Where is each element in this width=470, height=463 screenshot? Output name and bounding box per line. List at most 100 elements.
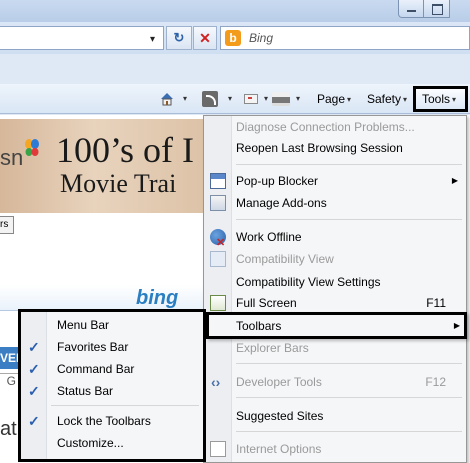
- submenu-arrow-icon: ▶: [453, 321, 460, 330]
- menu-item-developer-tools[interactable]: Developer Tools F12: [204, 371, 466, 393]
- menu-item-label: Explorer Bars: [236, 341, 309, 355]
- work-offline-icon: [210, 229, 226, 254]
- title-bar: [0, 0, 470, 22]
- compatibility-view-icon: [210, 251, 226, 267]
- shortcut-label: F12: [425, 375, 446, 389]
- search-input[interactable]: b Bing: [220, 26, 470, 50]
- print-dropdown-icon[interactable]: ▾: [296, 88, 300, 110]
- home-dropdown-icon[interactable]: ▾: [183, 88, 187, 110]
- bing-logo-icon: b: [225, 30, 241, 46]
- ad-headline: 100’s of I: [56, 130, 194, 170]
- msn-butterfly-icon: [25, 139, 39, 156]
- msn-logo-text: sn: [0, 145, 24, 170]
- menu-item-label: Work Offline: [236, 230, 302, 244]
- menu-item-label: Developer Tools: [236, 375, 322, 389]
- submenu-item-lock-toolbars[interactable]: ✓ Lock the Toolbars: [21, 410, 203, 432]
- menu-item-label: Status Bar: [57, 384, 114, 398]
- menu-item-compatibility-view[interactable]: Compatibility View: [204, 248, 466, 270]
- ad-banner[interactable]: sn 100’s of I Movie Trai: [0, 119, 210, 213]
- tab-row: [0, 54, 470, 84]
- text-fragment: G: [0, 373, 20, 391]
- safety-menu-label: Safety: [367, 92, 402, 106]
- menu-item-diagnose-connection[interactable]: Diagnose Connection Problems...: [204, 116, 466, 138]
- menu-item-label: Diagnose Connection Problems...: [236, 120, 415, 134]
- menu-item-internet-options[interactable]: Internet Options: [204, 438, 466, 460]
- developer-tools-icon: [210, 371, 226, 393]
- menu-item-label: Lock the Toolbars: [57, 414, 151, 428]
- popup-blocker-icon: [210, 173, 226, 189]
- refresh-button[interactable]: ↻: [166, 26, 192, 50]
- menu-item-reopen-session[interactable]: Reopen Last Browsing Session: [204, 137, 466, 159]
- toolbars-submenu: Menu Bar ✓ Favorites Bar ✓ Command Bar ✓…: [18, 309, 206, 462]
- menu-item-label: Command Bar: [57, 362, 135, 376]
- menu-separator: [236, 397, 462, 398]
- menu-item-compatibility-settings[interactable]: Compatibility View Settings: [204, 271, 466, 293]
- checkmark-icon: ✓: [28, 361, 40, 377]
- tools-menu-label: Tools: [422, 92, 451, 106]
- feeds-icon[interactable]: [202, 88, 218, 110]
- home-icon[interactable]: [158, 88, 176, 110]
- menu-item-toolbars[interactable]: Toolbars ▶: [206, 312, 467, 339]
- submenu-item-favorites-bar[interactable]: ✓ Favorites Bar: [21, 336, 203, 358]
- address-bar[interactable]: ▾: [0, 26, 164, 50]
- submenu-item-command-bar[interactable]: ✓ Command Bar: [21, 358, 203, 380]
- checkmark-icon: ✓: [28, 383, 40, 399]
- heading-fragment: at: [0, 418, 17, 440]
- toolbars-item-row: Toolbars ▶: [209, 315, 464, 337]
- checkmark-icon: ✓: [28, 339, 40, 355]
- menu-separator: [236, 363, 462, 364]
- address-row: ▾ ↻ ✕ b Bing: [0, 22, 470, 54]
- ad-subheadline: Movie Trai: [60, 169, 177, 198]
- stop-button[interactable]: ✕: [193, 26, 217, 50]
- checkmark-icon: ✓: [28, 413, 40, 429]
- bing-ad-strip[interactable]: bing: [0, 285, 210, 311]
- safety-menu-button[interactable]: Safety ▾: [367, 88, 407, 110]
- menu-item-label: Full Screen: [236, 296, 297, 310]
- tools-menu: Diagnose Connection Problems... Reopen L…: [203, 115, 467, 463]
- chevron-down-icon: ▾: [452, 94, 457, 104]
- internet-options-icon: [210, 441, 226, 457]
- home-icon-glyph: [161, 93, 173, 106]
- menu-item-label: Internet Options: [236, 442, 322, 456]
- partial-button[interactable]: rs: [0, 216, 14, 234]
- chevron-down-icon: ▾: [403, 94, 408, 104]
- menu-item-label: Favorites Bar: [57, 340, 129, 354]
- command-bar: ▾ ▾ ▾ ▾ Page ▾ Safety ▾ Tools ▾: [0, 84, 470, 114]
- menu-item-work-offline[interactable]: Work Offline: [204, 226, 466, 254]
- menu-item-full-screen[interactable]: Full Screen F11: [204, 292, 466, 314]
- menu-separator: [236, 164, 462, 165]
- tools-menu-button[interactable]: Tools ▾: [413, 86, 468, 112]
- bing-logo: bing: [136, 287, 179, 309]
- menu-item-popup-blocker[interactable]: Pop-up Blocker ▶: [204, 170, 466, 192]
- menu-item-label: Customize...: [57, 436, 124, 450]
- submenu-item-status-bar[interactable]: ✓ Status Bar: [21, 380, 203, 402]
- shortcut-label: F11: [426, 296, 446, 310]
- addons-icon: [210, 195, 226, 211]
- page-menu-button[interactable]: Page ▾: [317, 88, 351, 110]
- full-screen-icon: [210, 295, 226, 311]
- page-menu-label: Page: [317, 92, 346, 106]
- menu-item-manage-addons[interactable]: Manage Add-ons: [204, 192, 466, 214]
- maximize-button[interactable]: [424, 0, 450, 18]
- mail-dropdown-icon[interactable]: ▾: [264, 88, 268, 110]
- submenu-item-customize[interactable]: Customize...: [21, 432, 203, 454]
- print-icon[interactable]: [272, 88, 290, 110]
- menu-item-suggested-sites[interactable]: Suggested Sites: [204, 405, 466, 427]
- menu-item-label: Manage Add-ons: [236, 196, 327, 210]
- menu-item-explorer-bars[interactable]: Explorer Bars: [204, 337, 466, 359]
- menu-item-label: Menu Bar: [57, 318, 110, 332]
- mail-icon[interactable]: [244, 88, 258, 110]
- submenu-item-menu-bar[interactable]: Menu Bar: [21, 314, 203, 336]
- submenu-arrow-icon: ▶: [451, 176, 458, 185]
- menu-item-label: Compatibility View: [236, 252, 334, 266]
- menu-item-label: Suggested Sites: [236, 409, 324, 423]
- menu-separator: [236, 219, 462, 220]
- menu-item-label: Reopen Last Browsing Session: [236, 141, 403, 155]
- menu-item-label: Pop-up Blocker: [236, 174, 319, 188]
- search-placeholder: Bing: [249, 31, 274, 45]
- minimize-button[interactable]: [398, 0, 424, 18]
- menu-separator: [236, 431, 462, 432]
- feeds-dropdown-icon[interactable]: ▾: [228, 88, 232, 110]
- address-dropdown-icon[interactable]: ▾: [150, 34, 155, 45]
- chevron-down-icon: ▾: [347, 94, 352, 104]
